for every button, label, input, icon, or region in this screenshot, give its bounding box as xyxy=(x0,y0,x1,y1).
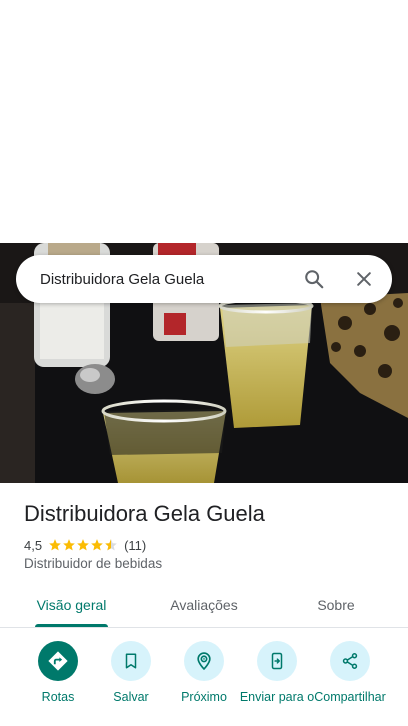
half-star-icon xyxy=(105,539,117,551)
directions-button-circle xyxy=(38,641,78,681)
star-icon xyxy=(49,539,61,551)
place-page: Distribuidora Gela Guela Distribuidora G… xyxy=(0,0,408,726)
tab-overview[interactable]: Visão geral xyxy=(20,583,123,627)
tab-about[interactable]: Sobre xyxy=(300,583,372,627)
share-button[interactable]: Compartilhar xyxy=(312,641,388,705)
active-tab-indicator xyxy=(35,624,108,627)
search-input[interactable]: Distribuidora Gela Guela xyxy=(40,271,282,288)
send-to-phone-button[interactable]: Enviar para o xyxy=(239,641,315,705)
save-label: Salvar xyxy=(113,690,149,704)
star-icon xyxy=(63,539,75,551)
directions-label: Rotas xyxy=(41,690,75,704)
send-to-phone-icon xyxy=(271,652,283,670)
star-rating xyxy=(48,538,118,552)
search-icon xyxy=(305,270,324,289)
star-icon xyxy=(91,539,103,551)
tab-bar: Visão geral Avaliações Sobre xyxy=(0,583,408,628)
clear-search-button[interactable] xyxy=(346,261,382,297)
search-button[interactable] xyxy=(296,261,332,297)
share-label: Compartilhar xyxy=(314,690,386,704)
bookmark-icon xyxy=(125,653,137,669)
nearby-label: Próximo xyxy=(181,690,227,704)
star-icon xyxy=(77,539,89,551)
nearby-button[interactable]: Próximo xyxy=(166,641,242,705)
tab-reviews[interactable]: Avaliações xyxy=(150,583,258,627)
place-title: Distribuidora Gela Guela xyxy=(24,501,265,526)
close-icon xyxy=(357,272,371,286)
share-icon xyxy=(342,653,358,669)
save-button-circle xyxy=(111,641,151,681)
send-to-phone-label: Enviar para o xyxy=(239,690,315,704)
place-category: Distribuidor de bebidas xyxy=(24,556,163,571)
send-to-phone-button-circle xyxy=(257,641,297,681)
action-bar: Rotas Salvar Próximo Enviar para o Compa… xyxy=(0,641,408,726)
review-count: (11) xyxy=(124,537,147,553)
nearby-button-circle xyxy=(184,641,224,681)
search-bar[interactable]: Distribuidora Gela Guela xyxy=(16,255,392,303)
directions-button[interactable]: Rotas xyxy=(20,641,96,705)
directions-icon xyxy=(48,651,68,671)
share-button-circle xyxy=(330,641,370,681)
save-button[interactable]: Salvar xyxy=(93,641,169,705)
rating-value: 4,5 xyxy=(24,537,43,553)
rating-row[interactable]: 4,5 (11) xyxy=(24,536,146,554)
nearby-icon xyxy=(197,652,211,671)
